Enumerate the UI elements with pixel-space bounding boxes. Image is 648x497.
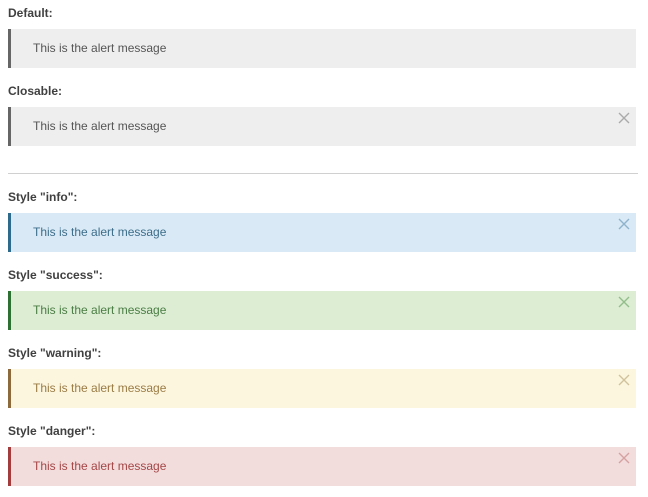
alert-default: This is the alert message [8, 29, 636, 68]
section-danger: Style "danger": This is the alert messag… [8, 424, 636, 486]
section-heading: Closable: [8, 84, 63, 98]
alert-demo-page: Default: This is the alert message Closa… [0, 0, 648, 497]
alert-warning: This is the alert message [8, 369, 636, 408]
alert-message: This is the alert message [33, 41, 167, 55]
section-closable: Closable: This is the alert message [8, 84, 636, 146]
alert-message: This is the alert message [33, 381, 167, 395]
alert-info: This is the alert message [8, 213, 636, 252]
section-heading: Default: [8, 6, 53, 20]
divider [8, 173, 638, 174]
alert-message: This is the alert message [33, 459, 167, 473]
section-heading: Style "info": [8, 190, 78, 204]
section-info: Style "info": This is the alert message [8, 190, 636, 252]
section-heading: Style "danger": [8, 424, 96, 438]
alert-success: This is the alert message [8, 291, 636, 330]
alert-message: This is the alert message [33, 303, 167, 317]
close-icon[interactable] [617, 295, 631, 309]
close-icon[interactable] [617, 111, 631, 125]
section-heading: Style "warning": [8, 346, 102, 360]
section-default: Default: This is the alert message [8, 6, 636, 68]
alert-message: This is the alert message [33, 225, 167, 239]
section-heading: Style "success": [8, 268, 103, 282]
close-icon[interactable] [617, 217, 631, 231]
alert-closable: This is the alert message [8, 107, 636, 146]
section-warning: Style "warning": This is the alert messa… [8, 346, 636, 408]
alert-message: This is the alert message [33, 119, 167, 133]
alert-danger: This is the alert message [8, 447, 636, 486]
close-icon[interactable] [617, 373, 631, 387]
section-success: Style "success": This is the alert messa… [8, 268, 636, 330]
close-icon[interactable] [617, 451, 631, 465]
